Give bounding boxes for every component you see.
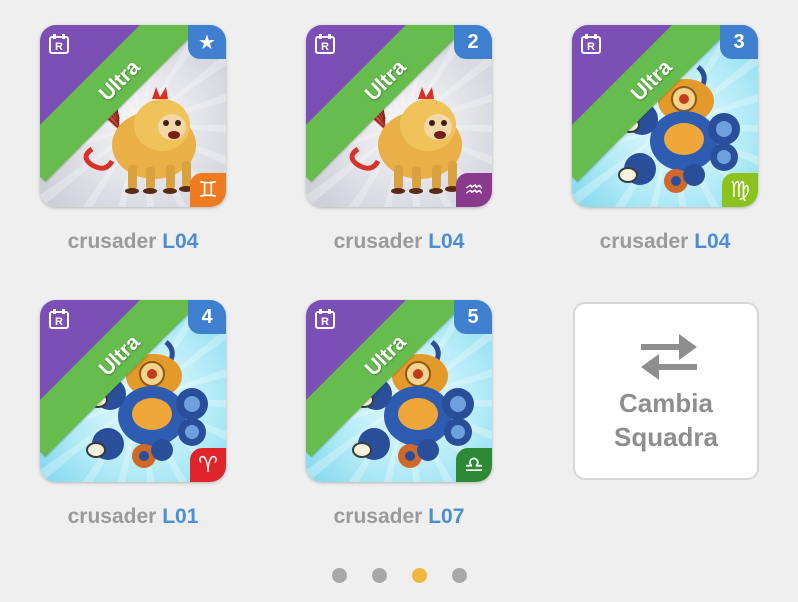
creature-card[interactable]: R Ultra ★ ♊ [40, 25, 226, 207]
creature-card[interactable]: R Ultra 2 ♒ [306, 25, 492, 207]
creature-card[interactable]: R Ultra 4 ♈ [40, 300, 226, 482]
page-indicator [0, 568, 798, 584]
creature-label: crusader L04 [552, 230, 778, 254]
svg-text:R: R [321, 316, 329, 328]
creature-level: L04 [428, 230, 465, 253]
creature-level: L04 [162, 230, 199, 253]
swap-arrows-icon [641, 334, 697, 380]
creature-label: crusader L04 [20, 230, 246, 254]
svg-text:R: R [587, 41, 595, 53]
page-dot[interactable] [372, 568, 387, 583]
svg-text:R: R [321, 41, 329, 53]
rarity-r-icon: R [49, 34, 69, 54]
creature-label: crusader L07 [286, 505, 512, 529]
rarity-r-icon: R [581, 34, 601, 54]
page-dot[interactable] [452, 568, 467, 583]
creature-card[interactable]: R Ultra 3 ♍ [572, 25, 758, 207]
change-team-button[interactable]: Cambia Squadra [573, 302, 759, 480]
creature-level: L04 [694, 230, 731, 253]
virgo-sign-icon: ♍ [722, 173, 758, 207]
creature-level: L01 [162, 505, 199, 528]
slot-number-badge: 4 [188, 300, 226, 334]
svg-text:R: R [55, 316, 63, 328]
slot-number-badge: 3 [720, 25, 758, 59]
creature-label: crusader L01 [20, 505, 246, 529]
slot-number-badge: 5 [454, 300, 492, 334]
creature-name: crusader [333, 230, 423, 253]
gemini-sign-icon: ♊ [190, 173, 226, 207]
aquarius-sign-icon: ♒ [456, 173, 492, 207]
creature-card[interactable]: R Ultra 5 ♎ [306, 300, 492, 482]
change-team-line2: Squadra [613, 422, 719, 452]
rarity-r-icon: R [315, 34, 335, 54]
aries-sign-icon: ♈ [190, 448, 226, 482]
creature-name: crusader [67, 230, 157, 253]
creature-name: crusader [67, 505, 157, 528]
rarity-r-icon: R [315, 309, 335, 329]
svg-text:R: R [55, 41, 63, 53]
star-icon: ★ [188, 25, 226, 59]
creature-label: crusader L04 [286, 230, 512, 254]
slot-number-badge: 2 [454, 25, 492, 59]
page-dot-active[interactable] [412, 568, 427, 583]
rarity-r-icon: R [49, 309, 69, 329]
creature-name: crusader [599, 230, 689, 253]
page-dot[interactable] [332, 568, 347, 583]
creature-level: L07 [428, 505, 465, 528]
creature-name: crusader [333, 505, 423, 528]
change-team-label: Cambia Squadra [575, 386, 757, 454]
change-team-line1: Cambia [619, 388, 713, 418]
libra-sign-icon: ♎ [456, 448, 492, 482]
